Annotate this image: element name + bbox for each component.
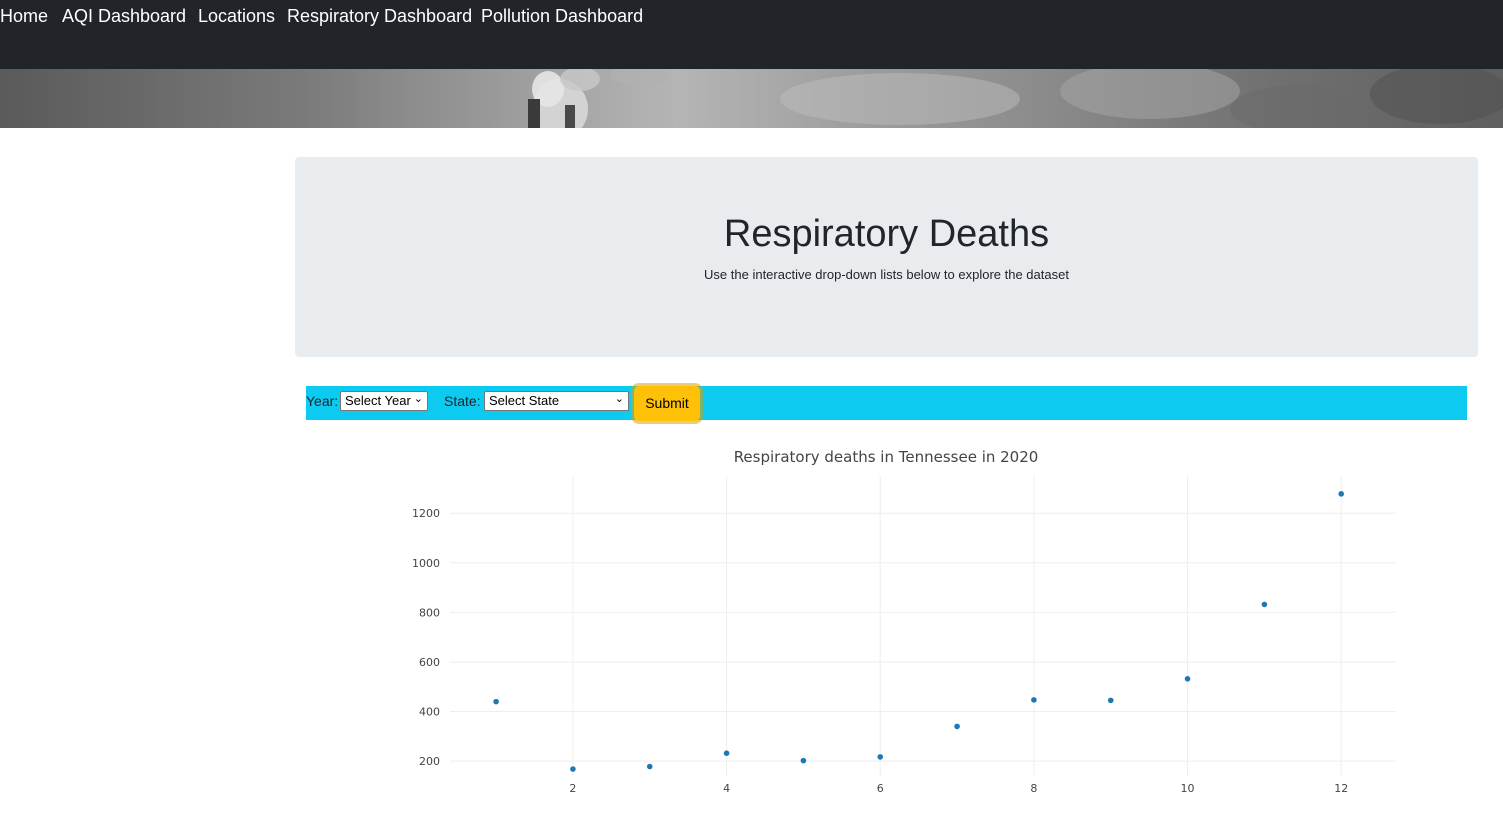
data-point (1261, 601, 1268, 608)
year-select[interactable]: Select Year ⌄ (340, 391, 428, 411)
y-tick-label: 600 (419, 656, 440, 669)
x-tick-label: 4 (723, 782, 730, 795)
y-tick-label: 800 (419, 606, 440, 619)
year-select-value: Select Year (345, 393, 411, 408)
data-point (570, 766, 576, 772)
y-tick-label: 200 (419, 755, 440, 768)
nav-link-locations[interactable]: Locations (198, 6, 275, 27)
y-tick-label: 1000 (412, 557, 440, 570)
nav-link-pollution-dashboard[interactable]: Pollution Dashboard (481, 6, 643, 27)
filter-bar: Year: Select Year ⌄ State: Select State … (306, 386, 1467, 421)
y-tick-label: 400 (419, 706, 440, 719)
respiratory-deaths-chart: Respiratory deaths in Tennessee in 2020 … (412, 448, 1395, 795)
y-tick-label: 1200 (412, 507, 440, 520)
data-point (800, 757, 807, 764)
page-header-panel: Respiratory Deaths Use the interactive d… (295, 157, 1478, 357)
nav-link-respiratory-dashboard[interactable]: Respiratory Dashboard (287, 6, 472, 27)
data-point (1107, 697, 1114, 704)
chart-title: Respiratory deaths in Tennessee in 2020 (734, 448, 1039, 466)
state-select-value: Select State (489, 393, 560, 408)
chart-grid (450, 476, 1395, 776)
x-tick-label: 2 (569, 782, 576, 795)
chevron-down-icon: ⌄ (614, 393, 624, 405)
chevron-down-icon: ⌄ (413, 393, 423, 405)
top-navbar: Home AQI Dashboard Locations Respiratory… (0, 0, 1503, 69)
data-point (1031, 697, 1037, 703)
x-tick-label: 10 (1181, 782, 1195, 795)
data-point (646, 763, 653, 770)
state-label: State: (444, 393, 481, 409)
nav-link-home[interactable]: Home (0, 6, 48, 27)
submit-button[interactable]: Submit (634, 386, 700, 421)
nav-link-aqi-dashboard[interactable]: AQI Dashboard (62, 6, 186, 27)
page-title: Respiratory Deaths (723, 213, 1050, 255)
chart-points (493, 491, 1345, 772)
data-point (723, 750, 730, 756)
data-point (1184, 676, 1191, 682)
data-point (493, 698, 499, 705)
data-point (877, 754, 884, 760)
data-point (1338, 491, 1345, 497)
x-tick-label: 12 (1334, 782, 1348, 795)
page-subtitle: Use the interactive drop-down lists belo… (704, 267, 1069, 282)
year-label: Year: (306, 393, 339, 409)
x-tick-label: 6 (877, 782, 884, 795)
state-select[interactable]: Select State ⌄ (484, 391, 629, 411)
header-banner-image (0, 69, 1503, 128)
data-point (954, 723, 960, 730)
x-tick-label: 8 (1030, 782, 1037, 795)
